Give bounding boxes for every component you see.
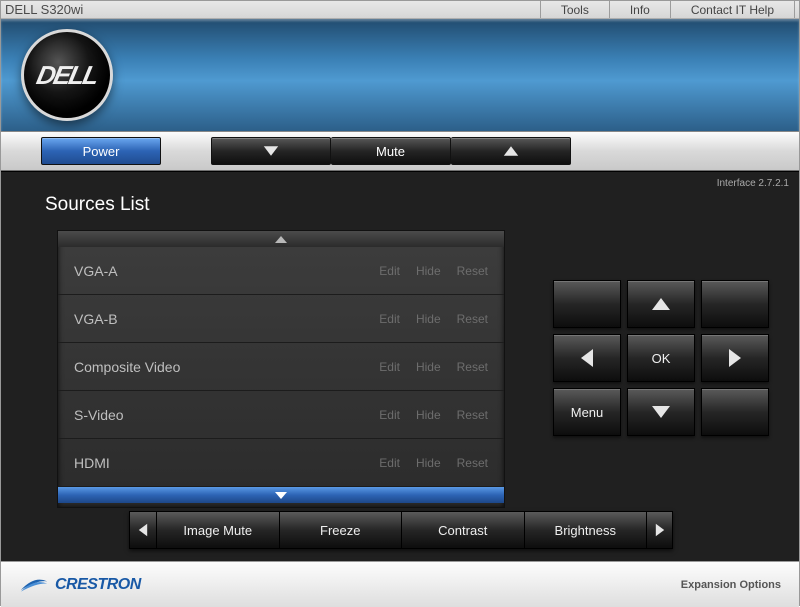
- arrow-left-icon: [139, 524, 147, 537]
- source-edit[interactable]: Edit: [379, 312, 400, 326]
- sources-list: VGA-A Edit Hide Reset VGA-B Edit Hide Re…: [57, 230, 505, 508]
- sources-scroll-down[interactable]: [58, 487, 504, 503]
- source-reset[interactable]: Reset: [457, 456, 488, 470]
- source-edit[interactable]: Edit: [379, 264, 400, 278]
- source-item-composite[interactable]: Composite Video Edit Hide Reset: [58, 343, 504, 391]
- source-hide[interactable]: Hide: [416, 360, 441, 374]
- crestron-text: CRESTRON: [55, 576, 141, 594]
- arrow-down-icon: [652, 406, 670, 418]
- menu-info[interactable]: Info: [609, 1, 670, 18]
- footer: CRESTRON Expansion Options: [1, 561, 799, 607]
- bottom-scroll-left[interactable]: [130, 512, 156, 548]
- sources-scroll-up[interactable]: [58, 231, 504, 247]
- source-reset[interactable]: Reset: [457, 408, 488, 422]
- expansion-options-link[interactable]: Expansion Options: [681, 579, 781, 591]
- source-hide[interactable]: Hide: [416, 312, 441, 326]
- dpad-blank-2[interactable]: [701, 280, 769, 328]
- bottom-item-contrast[interactable]: Contrast: [401, 512, 524, 548]
- arrow-right-icon: [729, 349, 741, 367]
- source-reset[interactable]: Reset: [457, 312, 488, 326]
- swoosh-icon: [19, 574, 49, 596]
- ok-label: OK: [652, 351, 671, 366]
- menu-tools[interactable]: Tools: [540, 1, 609, 18]
- arrow-up-icon: [652, 298, 670, 310]
- interface-version: Interface 2.7.2.1: [717, 178, 789, 189]
- menu-contact-it[interactable]: Contact IT Help: [670, 1, 795, 18]
- dpad-blank-3[interactable]: [701, 388, 769, 436]
- bottom-item-image-mute[interactable]: Image Mute: [156, 512, 279, 548]
- dpad-menu-button[interactable]: Menu: [553, 388, 621, 436]
- bottom-bar: Image Mute Freeze Contrast Brightness: [129, 511, 673, 549]
- source-item-vga-a[interactable]: VGA-A Edit Hide Reset: [58, 247, 504, 295]
- source-item-svideo[interactable]: S-Video Edit Hide Reset: [58, 391, 504, 439]
- toolbar: Power Mute: [1, 131, 799, 171]
- source-label: Composite Video: [74, 359, 363, 375]
- dell-logo-text: DELL: [34, 60, 100, 91]
- mute-label: Mute: [376, 144, 405, 159]
- dpad-blank-1[interactable]: [553, 280, 621, 328]
- dpad-left-button[interactable]: [553, 334, 621, 382]
- source-label: HDMI: [74, 455, 363, 471]
- arrow-right-icon: [655, 524, 663, 537]
- source-hide[interactable]: Hide: [416, 456, 441, 470]
- triangle-up-icon: [275, 236, 287, 243]
- model-title: DELL S320wi: [5, 2, 83, 17]
- titlebar: DELL S320wi Tools Info Contact IT Help: [1, 1, 799, 19]
- mute-button[interactable]: Mute: [331, 137, 451, 165]
- sources-title: Sources List: [1, 172, 799, 224]
- navigation-pad: OK Menu: [553, 280, 769, 442]
- bottom-scroll-right[interactable]: [646, 512, 672, 548]
- arrow-left-icon: [581, 349, 593, 367]
- volume-up-button[interactable]: [451, 137, 571, 165]
- power-label: Power: [83, 144, 120, 159]
- dpad-down-button[interactable]: [627, 388, 695, 436]
- chevron-up-icon: [503, 146, 517, 156]
- crestron-logo: CRESTRON: [19, 574, 141, 596]
- source-reset[interactable]: Reset: [457, 360, 488, 374]
- source-item-vga-b[interactable]: VGA-B Edit Hide Reset: [58, 295, 504, 343]
- volume-down-button[interactable]: [211, 137, 331, 165]
- bottom-item-brightness[interactable]: Brightness: [524, 512, 647, 548]
- triangle-down-icon: [275, 492, 287, 499]
- power-button[interactable]: Power: [41, 137, 161, 165]
- bottom-item-freeze[interactable]: Freeze: [279, 512, 402, 548]
- menu-label: Menu: [571, 405, 604, 420]
- source-label: VGA-B: [74, 311, 363, 327]
- source-edit[interactable]: Edit: [379, 456, 400, 470]
- source-reset[interactable]: Reset: [457, 264, 488, 278]
- source-edit[interactable]: Edit: [379, 360, 400, 374]
- source-hide[interactable]: Hide: [416, 264, 441, 278]
- dell-logo: DELL: [21, 29, 113, 121]
- main-panel: Interface 2.7.2.1 Sources List VGA-A Edi…: [1, 171, 799, 561]
- header: DELL: [1, 19, 799, 131]
- source-hide[interactable]: Hide: [416, 408, 441, 422]
- chevron-down-icon: [264, 146, 278, 156]
- source-item-hdmi[interactable]: HDMI Edit Hide Reset: [58, 439, 504, 487]
- source-label: VGA-A: [74, 263, 363, 279]
- dpad-ok-button[interactable]: OK: [627, 334, 695, 382]
- source-label: S-Video: [74, 407, 363, 423]
- dpad-right-button[interactable]: [701, 334, 769, 382]
- source-edit[interactable]: Edit: [379, 408, 400, 422]
- dpad-up-button[interactable]: [627, 280, 695, 328]
- volume-mute-group: Mute: [211, 137, 571, 165]
